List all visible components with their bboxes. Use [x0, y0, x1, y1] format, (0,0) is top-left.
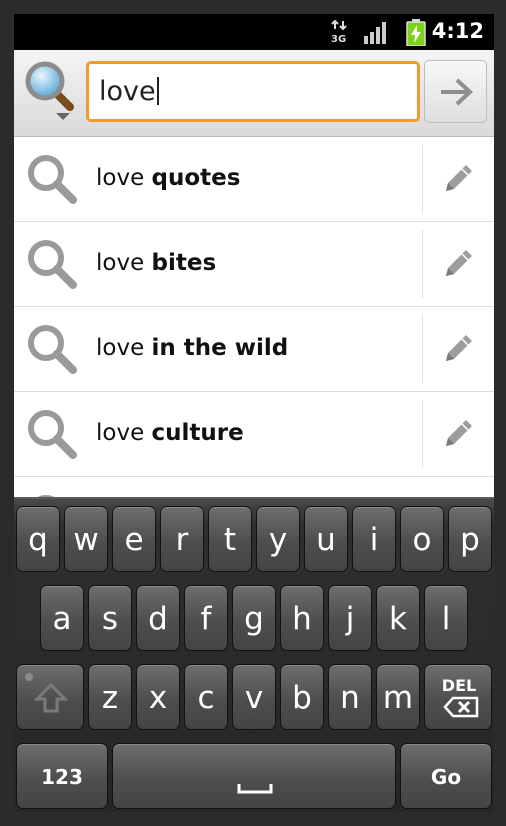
key-g[interactable]: g: [232, 585, 276, 651]
divider: [422, 145, 423, 213]
text-caret: [156, 77, 159, 105]
search-engine-selector[interactable]: [22, 58, 78, 120]
soft-keyboard: q w e r t y u i o p a s d f g h j k l z …: [14, 497, 494, 812]
key-y[interactable]: y: [256, 506, 300, 572]
key-j[interactable]: j: [328, 585, 372, 651]
key-z[interactable]: z: [88, 664, 132, 730]
signal-strength-icon: [364, 22, 386, 44]
divider: [422, 400, 423, 468]
key-t[interactable]: t: [208, 506, 252, 572]
network-3g-icon: 3G: [331, 20, 347, 44]
key-q[interactable]: q: [16, 506, 60, 572]
key-n[interactable]: n: [328, 664, 372, 730]
search-icon: [28, 155, 77, 204]
key-r[interactable]: r: [160, 506, 204, 572]
shift-icon: [25, 673, 69, 713]
suggestion-text: love bites: [96, 250, 217, 276]
search-icon: [25, 61, 74, 120]
list-item[interactable]: love bites: [14, 222, 494, 307]
space-icon: [237, 784, 273, 794]
space-key[interactable]: [112, 743, 396, 809]
delete-key[interactable]: DEL: [424, 664, 492, 730]
pencil-icon[interactable]: [440, 161, 476, 197]
key-o[interactable]: o: [400, 506, 444, 572]
key-s[interactable]: s: [88, 585, 132, 651]
arrow-right-icon: [441, 78, 473, 106]
key-k[interactable]: k: [376, 585, 420, 651]
svg-text:DEL: DEL: [442, 676, 476, 695]
status-bar: 3G 4:12: [14, 14, 494, 50]
key-p[interactable]: p: [448, 506, 492, 572]
key-f[interactable]: f: [184, 585, 228, 651]
key-a[interactable]: a: [40, 585, 84, 651]
symbols-key[interactable]: 123: [16, 743, 108, 809]
key-w[interactable]: w: [64, 506, 108, 572]
suggestion-text: love culture: [96, 420, 244, 446]
search-icon: [28, 240, 77, 289]
key-e[interactable]: e: [112, 506, 156, 572]
pencil-icon[interactable]: [440, 416, 476, 452]
search-go-button[interactable]: [424, 60, 487, 123]
battery-charging-icon: [406, 19, 426, 46]
key-c[interactable]: c: [184, 664, 228, 730]
list-item[interactable]: love in the wild: [14, 307, 494, 392]
pencil-icon[interactable]: [440, 331, 476, 367]
suggestion-text: love quotes: [96, 165, 241, 191]
backspace-icon: DEL: [442, 676, 479, 718]
divider: [422, 230, 423, 298]
device-frame: 3G 4:12 love love quotes love bites love…: [0, 0, 506, 826]
key-d[interactable]: d: [136, 585, 180, 651]
key-x[interactable]: x: [136, 664, 180, 730]
shift-key[interactable]: [16, 664, 84, 730]
list-item[interactable]: love culture: [14, 392, 494, 477]
screen: 3G 4:12 love love quotes love bites love…: [14, 14, 494, 812]
key-u[interactable]: u: [304, 506, 348, 572]
divider: [422, 315, 423, 383]
key-v[interactable]: v: [232, 664, 276, 730]
search-header: love: [14, 50, 494, 137]
list-item[interactable]: love quotes: [14, 137, 494, 222]
list-item-partial[interactable]: [14, 477, 494, 497]
key-l[interactable]: l: [424, 585, 468, 651]
key-h[interactable]: h: [280, 585, 324, 651]
search-icon: [28, 325, 77, 374]
svg-text:3G: 3G: [331, 34, 346, 44]
suggestion-list: love quotes love bites love in the wild …: [14, 137, 494, 497]
go-key[interactable]: Go: [400, 743, 492, 809]
key-m[interactable]: m: [376, 664, 420, 730]
key-b[interactable]: b: [280, 664, 324, 730]
search-icon: [28, 410, 77, 459]
search-input[interactable]: love: [86, 61, 420, 122]
status-time: 4:12: [431, 19, 484, 43]
key-i[interactable]: i: [352, 506, 396, 572]
pencil-icon[interactable]: [440, 246, 476, 282]
suggestion-text: love in the wild: [96, 335, 289, 361]
